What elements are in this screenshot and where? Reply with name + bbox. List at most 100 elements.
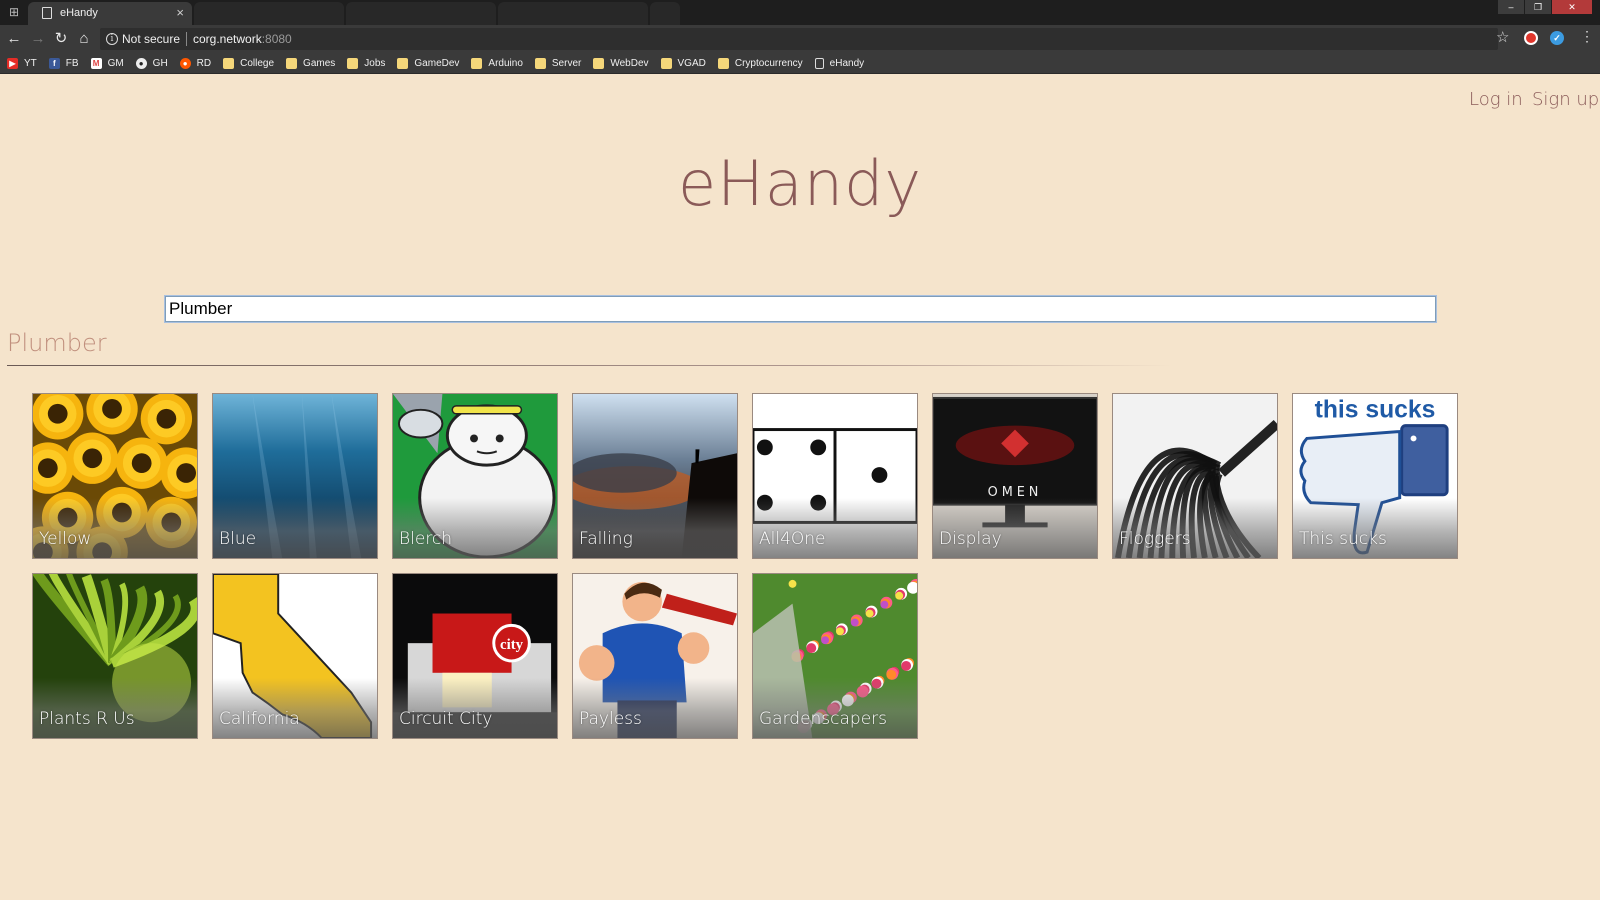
tile-label: All4One — [759, 529, 826, 549]
bookmark-label: GH — [152, 57, 168, 69]
bookmarks-bar: ▶ YT f FB M GM ● GH ● RD College Games Jobs GameDev Ar… — [0, 53, 1600, 74]
bookmark-item[interactable]: eHandy — [814, 55, 865, 71]
result-tile[interactable]: Floggers — [1112, 393, 1278, 559]
bookmark-label: WebDev — [610, 57, 649, 69]
tile-label-backdrop — [1113, 498, 1277, 558]
result-tile[interactable]: this sucks This sucks — [1292, 393, 1458, 559]
bookmark-item[interactable]: ● GH — [135, 55, 168, 71]
bookmark-item[interactable]: Jobs — [347, 55, 385, 71]
result-tile[interactable]: Falling — [572, 393, 738, 559]
result-tile[interactable]: city Circuit City — [392, 573, 558, 739]
tile-label-backdrop — [753, 678, 917, 738]
tab-ehandy[interactable]: eHandy × — [28, 2, 192, 25]
tile-label: Display — [939, 529, 1002, 549]
bookmark-label: Games — [303, 57, 336, 69]
reload-icon[interactable]: ↻ — [51, 29, 71, 49]
tile-label: Floggers — [1119, 529, 1191, 549]
tile-label-backdrop — [933, 498, 1097, 558]
page-icon — [814, 57, 824, 69]
security-indicator[interactable]: Not secure — [122, 32, 180, 46]
folder-icon — [717, 57, 729, 69]
folder-icon — [471, 57, 483, 69]
tile-label: Falling — [579, 529, 633, 549]
github-icon: ● — [135, 57, 147, 69]
results-divider — [7, 365, 1172, 366]
new-tab-button[interactable] — [650, 2, 680, 25]
address-bar[interactable]: i Not secure corg.network:8080 — [100, 28, 1498, 50]
bookmark-label: eHandy — [829, 57, 865, 69]
tab-close-icon[interactable]: × — [176, 5, 184, 20]
bookmark-item[interactable]: WebDev — [593, 55, 649, 71]
tile-label-backdrop — [393, 678, 557, 738]
info-icon[interactable]: i — [106, 33, 118, 45]
reddit-icon: ● — [179, 57, 191, 69]
extension-blue-icon[interactable]: ✓ — [1550, 31, 1564, 45]
bookmark-item[interactable]: f FB — [48, 55, 79, 71]
extension-red-icon[interactable] — [1524, 31, 1538, 45]
bookmark-label: FB — [65, 57, 79, 69]
bookmark-item[interactable]: Server — [534, 55, 581, 71]
minimize-icon[interactable]: – — [1498, 0, 1524, 14]
tile-label: Yellow — [39, 529, 92, 549]
results-heading: Plumber — [7, 329, 107, 357]
home-icon[interactable]: ⌂ — [74, 29, 94, 49]
store-sign-text: city — [500, 637, 524, 653]
bookmark-item[interactable]: Games — [286, 55, 335, 71]
window-controls: – ❐ ✕ — [1497, 0, 1592, 14]
thumbs-caption-text: this sucks — [1315, 397, 1436, 424]
browser-toolbar: ← → ↻ ⌂ i Not secure corg.network:8080 ☆… — [0, 25, 1600, 53]
url-text[interactable]: corg.network:8080 — [193, 32, 292, 46]
result-tile[interactable]: Plants R Us — [32, 573, 198, 739]
close-window-icon[interactable]: ✕ — [1552, 0, 1592, 14]
bookmark-item[interactable]: Arduino — [471, 55, 523, 71]
bookmark-item[interactable]: ● RD — [179, 55, 212, 71]
bookmark-label: Arduino — [488, 57, 523, 69]
tile-label: Circuit City — [399, 709, 493, 729]
result-tile[interactable]: Yellow — [32, 393, 198, 559]
result-tile[interactable]: California — [212, 573, 378, 739]
menu-kebab-icon[interactable]: ⋮ — [1580, 28, 1594, 45]
result-tile[interactable]: Blue — [212, 393, 378, 559]
result-tile[interactable]: OMEN Display — [932, 393, 1098, 559]
bookmark-label: RD — [196, 57, 212, 69]
back-icon[interactable]: ← — [4, 29, 24, 49]
bookmark-label: GameDev — [414, 57, 460, 69]
folder-icon — [347, 57, 359, 69]
result-tile[interactable]: Payless — [572, 573, 738, 739]
tile-label-backdrop — [573, 678, 737, 738]
result-tile[interactable]: All4One — [752, 393, 918, 559]
youtube-icon: ▶ — [7, 57, 18, 69]
tab-title: eHandy — [60, 7, 98, 19]
bookmark-item[interactable]: ▶ YT — [7, 55, 37, 71]
result-tile[interactable]: Gardenscapers — [752, 573, 918, 739]
restore-icon[interactable]: ❐ — [1525, 0, 1551, 14]
page-favicon-icon — [42, 7, 52, 19]
folder-icon — [534, 57, 546, 69]
search-input[interactable] — [164, 295, 1437, 323]
tab-background[interactable] — [194, 2, 344, 25]
signup-link[interactable]: Sign up — [1532, 89, 1599, 110]
bookmark-item[interactable]: GameDev — [397, 55, 459, 71]
tile-label-backdrop — [1293, 498, 1457, 558]
tab-background[interactable] — [346, 2, 496, 25]
tile-label-backdrop — [213, 498, 377, 558]
login-link[interactable]: Log in — [1469, 89, 1523, 110]
page-body: Log in Sign up eHandy Plumber Yellow Blue… — [0, 75, 1600, 900]
bookmark-item[interactable]: VGAD — [660, 55, 706, 71]
forward-icon[interactable]: → — [28, 29, 48, 49]
site-title: eHandy — [677, 147, 923, 220]
bookmark-label: GM — [107, 57, 124, 69]
bookmark-label: Jobs — [364, 57, 386, 69]
tab-search-icon[interactable]: ⊞ — [6, 5, 22, 19]
facebook-icon: f — [48, 57, 60, 69]
bookmark-item[interactable]: Cryptocurrency — [717, 55, 803, 71]
url-host: corg.network — [193, 32, 262, 46]
url-port: :8080 — [261, 32, 292, 46]
bookmark-star-icon[interactable]: ☆ — [1496, 28, 1509, 46]
bookmark-item[interactable]: M GM — [90, 55, 124, 71]
tab-background[interactable] — [498, 2, 648, 25]
tile-label: This sucks — [1299, 529, 1387, 549]
tile-label-backdrop — [33, 678, 197, 738]
result-tile[interactable]: Blerch — [392, 393, 558, 559]
bookmark-item[interactable]: College — [223, 55, 274, 71]
